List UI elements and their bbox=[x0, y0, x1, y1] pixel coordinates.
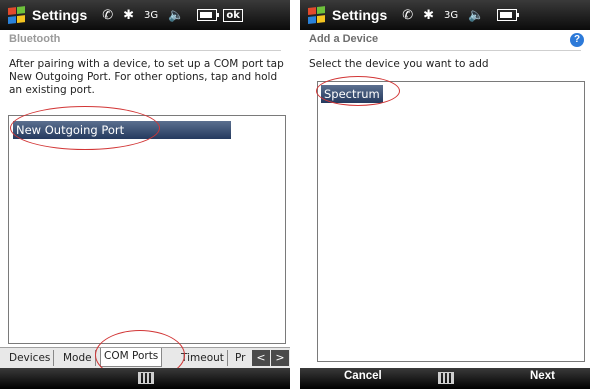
header-divider bbox=[309, 50, 581, 51]
keyboard-icon[interactable] bbox=[138, 372, 154, 384]
battery-icon bbox=[197, 9, 220, 21]
tab-timeout[interactable]: Timeout bbox=[178, 350, 228, 366]
add-device-screen: Settings ✆ ✱ 3G 🔈 Add a Device ? Select … bbox=[300, 0, 590, 389]
signal-icon: 3G bbox=[144, 10, 158, 21]
page-title: Bluetooth bbox=[9, 33, 61, 45]
instruction-text: After pairing with a device, to set up a… bbox=[9, 58, 284, 96]
ok-button[interactable]: ok bbox=[223, 8, 243, 22]
bluetooth-com-ports-screen: Settings ✆ ✱ 3G 🔈 ok Bluetooth After pai… bbox=[0, 0, 290, 389]
next-button[interactable]: Next bbox=[530, 370, 555, 382]
device-list[interactable]: Spectrum bbox=[317, 81, 585, 362]
tab-mode[interactable]: Mode bbox=[60, 350, 96, 366]
bluetooth-icon: ✱ bbox=[123, 7, 135, 23]
page-title: Add a Device bbox=[309, 33, 379, 45]
annotation-circle bbox=[10, 106, 160, 150]
tab-next-button[interactable]: > bbox=[271, 350, 289, 366]
signal-3g-label: 3G bbox=[444, 9, 459, 21]
com-port-list[interactable]: New Outgoing Port bbox=[8, 115, 286, 344]
status-bar: Settings ✆ ✱ 3G 🔈 ok bbox=[0, 0, 290, 30]
volume-icon: 🔈 bbox=[168, 7, 185, 23]
annotation-circle bbox=[316, 76, 400, 106]
status-bar: Settings ✆ ✱ 3G 🔈 bbox=[300, 0, 590, 30]
bluetooth-icon: ✱ bbox=[423, 7, 435, 23]
volume-icon: 🔈 bbox=[468, 7, 485, 23]
battery-icon bbox=[497, 9, 520, 21]
instruction-text: Select the device you want to add bbox=[309, 58, 489, 70]
signal-icon: 3G bbox=[444, 10, 458, 21]
windows-start-icon[interactable] bbox=[8, 6, 26, 24]
soft-key-bar: Cancel Next bbox=[300, 368, 590, 389]
tab-more[interactable]: Pr bbox=[232, 350, 253, 366]
call-icon: ✆ bbox=[102, 7, 114, 23]
cancel-button[interactable]: Cancel bbox=[344, 370, 382, 382]
tab-devices[interactable]: Devices bbox=[6, 350, 55, 366]
call-icon: ✆ bbox=[402, 7, 414, 23]
status-title: Settings bbox=[332, 7, 388, 23]
windows-start-icon[interactable] bbox=[308, 6, 326, 24]
status-title: Settings bbox=[32, 7, 88, 23]
signal-3g-label: 3G bbox=[144, 9, 159, 21]
soft-key-bar bbox=[0, 368, 290, 389]
help-icon[interactable]: ? bbox=[570, 33, 584, 47]
header-divider bbox=[9, 50, 281, 51]
keyboard-icon[interactable] bbox=[438, 372, 454, 384]
tab-prev-button[interactable]: < bbox=[252, 350, 270, 366]
